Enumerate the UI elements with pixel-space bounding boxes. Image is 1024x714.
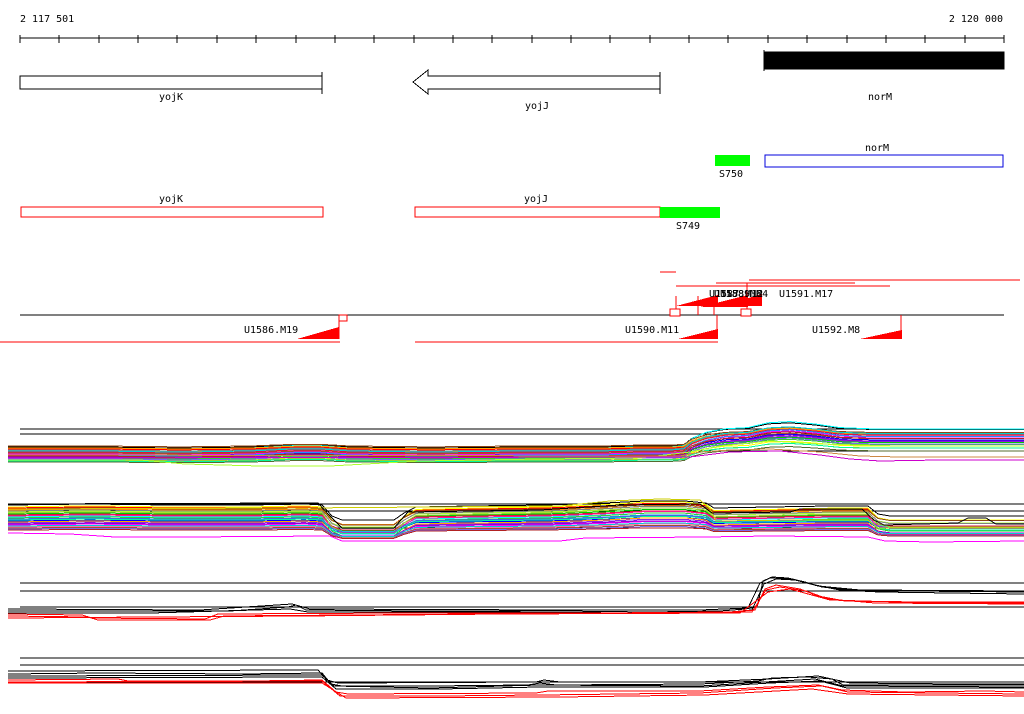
probe-track bbox=[0, 271, 1020, 343]
probe-U1592-label: U1592.M8 bbox=[812, 325, 860, 336]
profile-track-3-series bbox=[8, 578, 1024, 614]
probe-U1592-ramp bbox=[860, 330, 902, 339]
orf-yojK-label: yojK bbox=[159, 194, 183, 205]
gene-yojJ-label: yojJ bbox=[525, 101, 549, 112]
orf-yojJ-box bbox=[414, 206, 661, 218]
probe-U1590-ramp bbox=[678, 329, 718, 339]
probe-U1590-label: U1590.M11 bbox=[625, 325, 679, 336]
orf-yojJ-label: yojJ bbox=[524, 194, 548, 205]
gene-yojJ-arrow bbox=[412, 68, 661, 96]
profile-track-2-series bbox=[7, 532, 1024, 543]
probe-U1586-ramp bbox=[297, 327, 339, 339]
coordinate-ruler bbox=[19, 35, 1005, 43]
profile-track-3-series bbox=[7, 588, 1024, 619]
profile-track-4-series bbox=[7, 672, 1024, 687]
orf-yojK-box bbox=[20, 206, 324, 218]
probe-marker-square bbox=[740, 308, 752, 317]
ruler-end-label: 2 120 000 bbox=[949, 14, 1003, 25]
segment-S750-label: S750 bbox=[719, 169, 743, 180]
expression-profile-tracks bbox=[7, 421, 1024, 699]
gene-yojK-box bbox=[19, 75, 323, 90]
probe-cluster-label: U1591.M17 bbox=[779, 289, 833, 300]
segment-annotation-track bbox=[20, 154, 1004, 218]
probe-marker-square bbox=[669, 308, 681, 317]
segment-norM-box bbox=[764, 154, 1004, 168]
gene-norM-label: norM bbox=[868, 92, 892, 103]
probe-U1586-square bbox=[338, 314, 348, 322]
segment-S749-label: S749 bbox=[676, 221, 700, 232]
gene-yojK-label: yojK bbox=[159, 92, 183, 103]
segment-S749-box bbox=[660, 207, 720, 218]
gene-norM-box bbox=[763, 51, 1005, 70]
segment-norM-label: norM bbox=[865, 143, 889, 154]
genome-browser-viewport: 2 117 501 2 120 000 yojK yojJ norM norM … bbox=[0, 0, 1024, 714]
ruler-start-label: 2 117 501 bbox=[20, 14, 74, 25]
probe-U1586-label: U1586.M19 bbox=[244, 325, 298, 336]
probe-cluster-label: U1589.M4 bbox=[720, 289, 768, 300]
segment-S750-box bbox=[715, 155, 750, 166]
gene-annotation-track bbox=[19, 50, 1005, 96]
genome-browser-canvas: 2 117 501 2 120 000 yojK yojJ norM norM … bbox=[0, 14, 1024, 699]
